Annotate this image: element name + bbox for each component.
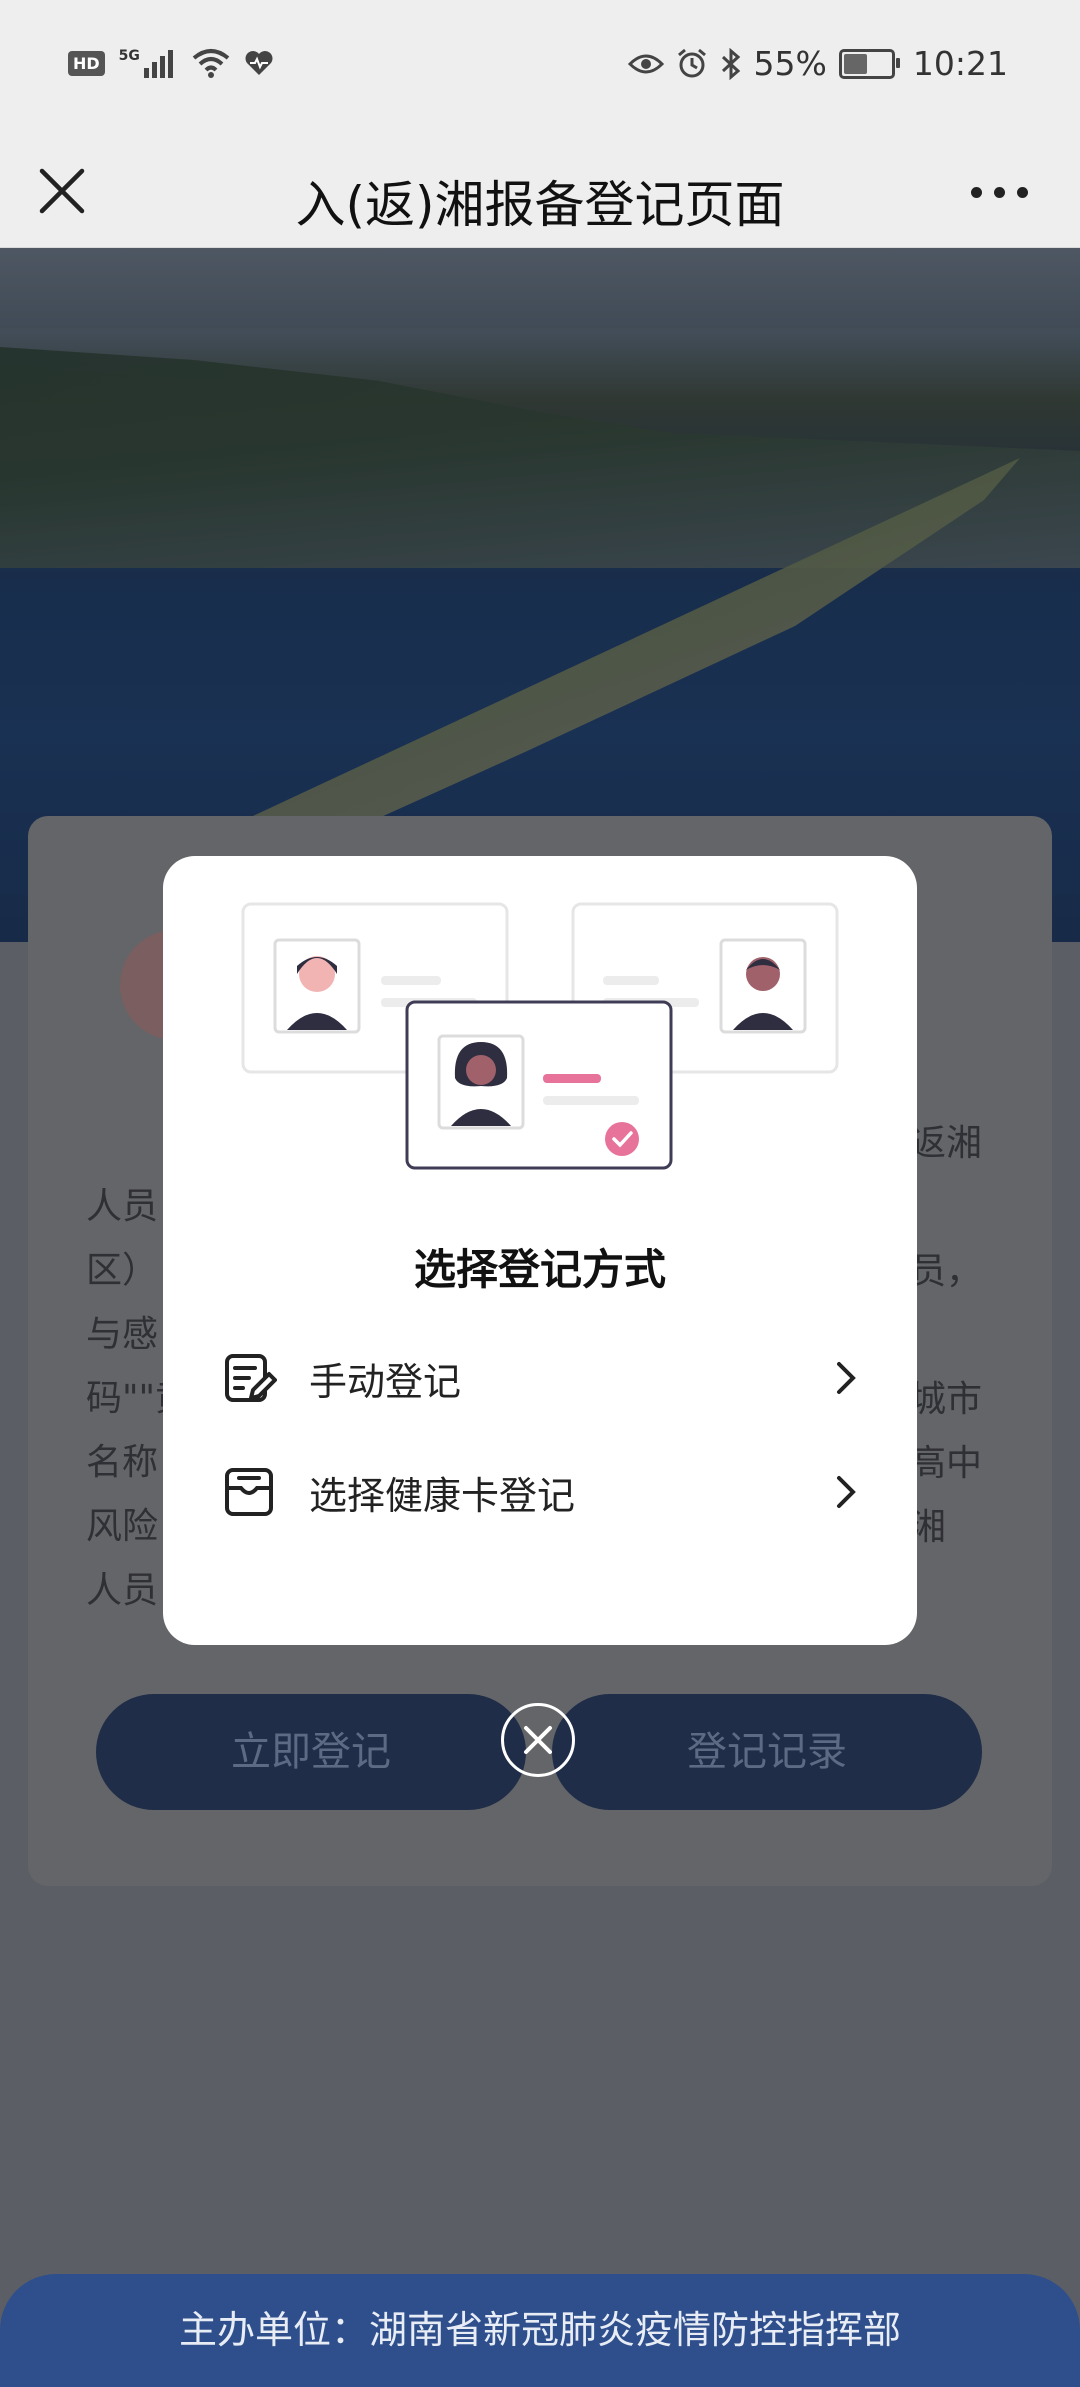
wifi-icon (192, 49, 230, 78)
alarm-icon (677, 48, 706, 77)
nav-bar: 入(返)湘报备登记页面 (0, 135, 1080, 248)
dialog-close-button[interactable] (501, 1703, 575, 1777)
chevron-right-icon (837, 1476, 856, 1508)
close-icon (524, 1726, 552, 1754)
status-right: 55% 10:21 (627, 44, 1008, 83)
registration-method-dialog: 选择登记方式 手动登记 选择健康卡登记 (163, 856, 917, 1645)
health-card-icon (225, 1468, 273, 1516)
info-text-line: 员， (910, 1251, 983, 1292)
battery-level (843, 53, 867, 74)
info-text-line: 高中 (910, 1443, 983, 1484)
battery-icon (838, 48, 900, 79)
id-cards-illustration (241, 902, 839, 1170)
info-text-line: 返湘 (910, 1123, 983, 1164)
signal-icon (143, 50, 173, 78)
option-label: 手动登记 (309, 1359, 462, 1404)
footer-banner: 主办单位：湖南省新冠肺炎疫情防控指挥部 (0, 2274, 1080, 2387)
more-dot-icon (971, 187, 982, 198)
status-left: HD 5G (68, 48, 274, 78)
option-label: 选择健康卡登记 (309, 1473, 576, 1518)
page-title: 入(返)湘报备登记页面 (295, 176, 785, 234)
eye-icon (627, 54, 664, 73)
battery-percent: 55% (753, 44, 827, 83)
chevron-right-icon (837, 1362, 856, 1394)
info-text-line: 城市 (910, 1379, 983, 1420)
register-now-button[interactable]: 立即登记 (96, 1694, 526, 1810)
status-bar: HD 5G 55% 10:21 (0, 0, 1080, 135)
hd-badge: HD (68, 50, 105, 76)
more-menu-button[interactable] (971, 187, 1028, 198)
network-badge: 5G (118, 48, 140, 64)
register-records-button[interactable]: 登记记录 (552, 1694, 982, 1810)
health-card-register-option[interactable]: 选择健康卡登记 (221, 1452, 861, 1532)
info-text-right: 返湘 员， 城市 高中 湘 (910, 1112, 982, 1560)
more-dot-icon (994, 187, 1005, 198)
manual-register-option[interactable]: 手动登记 (221, 1338, 861, 1418)
edit-document-icon (225, 1354, 277, 1402)
heart-icon (245, 51, 273, 75)
dialog-title: 选择登记方式 (413, 1245, 666, 1294)
info-text-line: 湘 (910, 1507, 947, 1548)
clock-time: 10:21 (912, 44, 1008, 83)
bluetooth-icon (721, 47, 740, 80)
more-dot-icon (1017, 187, 1028, 198)
